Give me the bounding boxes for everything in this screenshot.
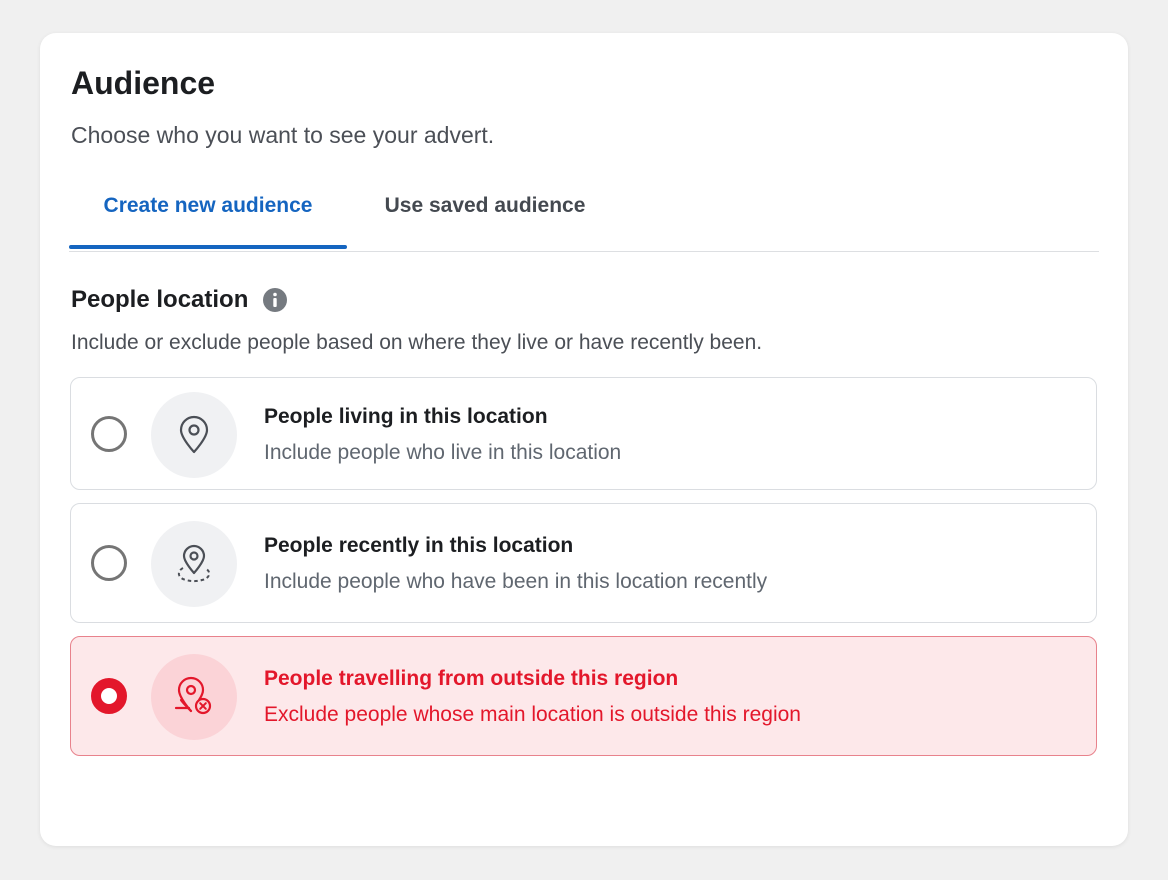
radio-travelling-from-outside[interactable] bbox=[91, 678, 127, 714]
map-pin-dashed-icon bbox=[151, 521, 237, 607]
tab-create-new-audience[interactable]: Create new audience bbox=[69, 183, 347, 249]
option-recently-in-location[interactable]: People recently in this location Include… bbox=[70, 503, 1097, 623]
option-text: People living in this location Include p… bbox=[264, 404, 621, 466]
section-title-label: People location bbox=[71, 286, 249, 313]
map-pin-icon bbox=[151, 392, 237, 478]
option-description: Include people who have been in this loc… bbox=[264, 570, 768, 593]
option-living-in-location[interactable]: People living in this location Include p… bbox=[70, 377, 1097, 490]
option-description: Include people who live in this location bbox=[264, 441, 622, 464]
people-location-description: Include or exclude people based on where… bbox=[71, 331, 763, 354]
radio-recently-in-location[interactable] bbox=[91, 545, 127, 581]
option-travelling-from-outside[interactable]: People travelling from outside this regi… bbox=[70, 636, 1097, 756]
option-title: People recently in this location bbox=[264, 534, 574, 557]
option-title: People living in this location bbox=[264, 405, 548, 428]
page-title: Audience bbox=[71, 65, 216, 101]
audience-card: Audience Choose who you want to see your… bbox=[40, 33, 1128, 846]
option-description: Exclude people whose main location is ou… bbox=[264, 703, 801, 726]
audience-tabs: Create new audience Use saved audience bbox=[69, 183, 1099, 252]
radio-living-in-location[interactable] bbox=[91, 416, 127, 452]
tab-use-saved-audience[interactable]: Use saved audience bbox=[369, 183, 601, 249]
option-title: People travelling from outside this regi… bbox=[264, 667, 679, 690]
option-text: People travelling from outside this regi… bbox=[264, 666, 801, 728]
info-icon[interactable] bbox=[262, 287, 288, 313]
people-location-heading: People location bbox=[71, 285, 288, 315]
option-text: People recently in this location Include… bbox=[264, 533, 767, 595]
page-subtitle: Choose who you want to see your advert. bbox=[71, 122, 495, 148]
map-pin-exclude-icon bbox=[151, 654, 237, 740]
